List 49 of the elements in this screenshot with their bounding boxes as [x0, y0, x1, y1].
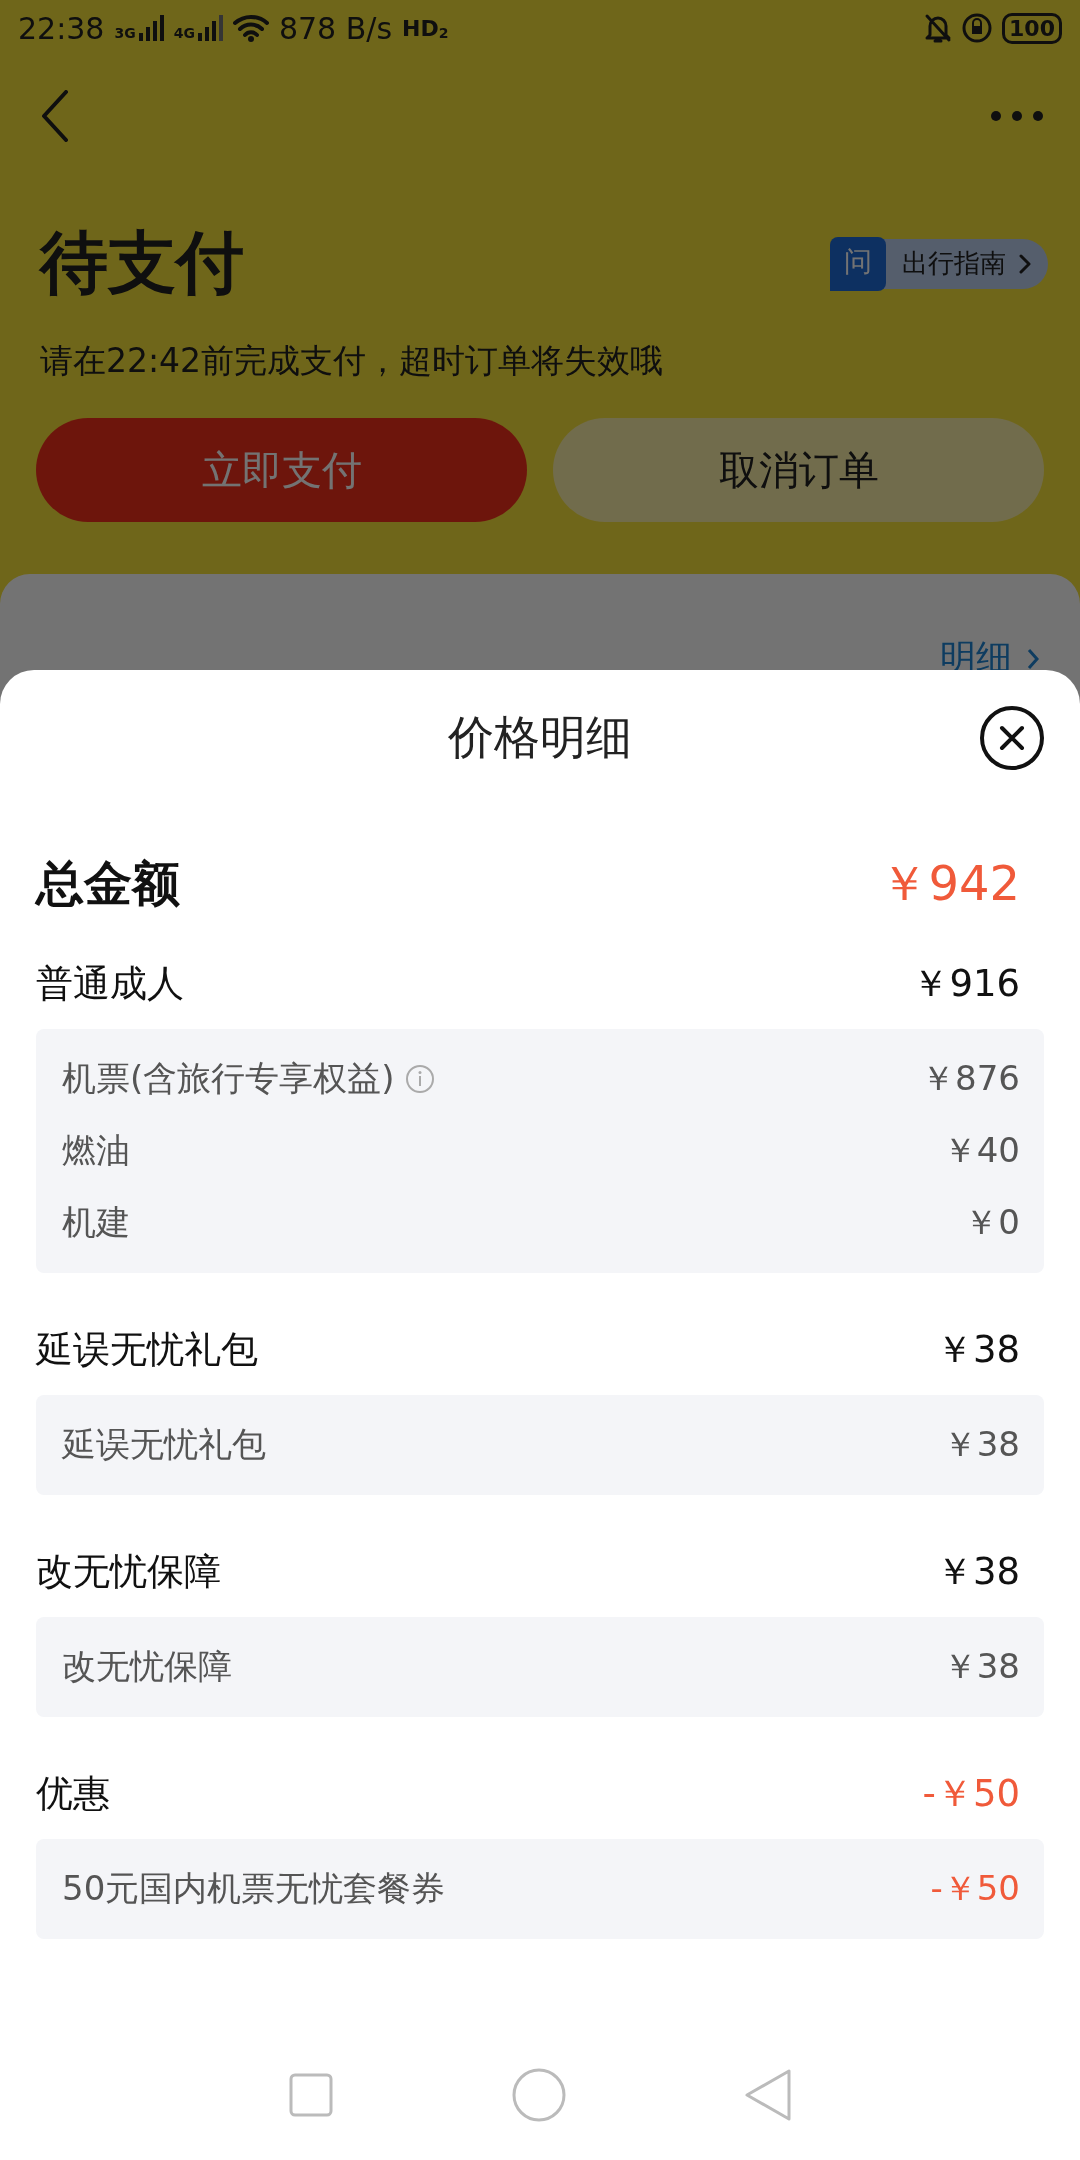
close-icon	[999, 725, 1025, 751]
item-amount: ￥40	[942, 1129, 1020, 1172]
section-title: 延误无忧礼包	[36, 1327, 258, 1373]
more-icon[interactable]	[990, 110, 1044, 122]
network-type: 3G	[114, 25, 136, 41]
hd-index: 2	[438, 24, 449, 41]
total-label: 总金额	[36, 854, 180, 913]
section-title: 改无忧保障	[36, 1549, 221, 1595]
rotation-lock-icon	[962, 13, 993, 43]
item-label: 燃油	[62, 1129, 130, 1172]
item-amount: ￥0	[964, 1201, 1020, 1244]
chevron-right-icon	[1026, 646, 1040, 671]
section-amount: ￥38	[935, 1549, 1020, 1595]
recents-icon[interactable]	[289, 2073, 334, 2117]
travel-guide-button[interactable]: 问 出行指南	[830, 238, 1048, 289]
signal-icon	[137, 15, 164, 41]
item-amount: ￥876	[921, 1057, 1020, 1100]
total-amount: ￥942	[880, 854, 1020, 913]
back-icon[interactable]	[40, 90, 70, 142]
home-icon[interactable]	[512, 2068, 566, 2122]
back-nav-icon[interactable]	[744, 2069, 791, 2121]
sheet-title: 价格明细	[448, 708, 632, 766]
section-amount: ￥38	[935, 1327, 1020, 1373]
section-title: 优惠	[36, 1771, 110, 1817]
cancel-button[interactable]: 取消订单	[553, 418, 1044, 522]
signal-icon	[196, 15, 223, 41]
battery-level: 100	[1002, 12, 1062, 44]
item-amount: ￥38	[942, 1423, 1020, 1466]
item-amount: -￥50	[930, 1867, 1020, 1910]
section-title: 普通成人	[36, 961, 184, 1007]
item-label: 50元国内机票无忧套餐券	[62, 1867, 446, 1910]
payment-deadline-notice: 请在22:42前完成支付，超时订单将失效哦	[40, 340, 665, 382]
item-label: 机建	[62, 1201, 130, 1244]
pay-button[interactable]: 立即支付	[36, 418, 527, 522]
item-label: 机票(含旅行专享权益)	[62, 1057, 395, 1100]
bell-off-icon	[924, 13, 953, 43]
network-type: 4G	[173, 25, 195, 41]
item-amount: ￥38	[942, 1645, 1020, 1688]
section-amount: ￥916	[912, 961, 1020, 1007]
chevron-right-icon	[1018, 252, 1032, 275]
info-icon[interactable]	[404, 1064, 435, 1094]
item-label: 延误无忧礼包	[62, 1423, 266, 1466]
wifi-icon	[232, 14, 269, 42]
page-title: 待支付	[40, 222, 244, 304]
item-label: 改无忧保障	[62, 1645, 232, 1688]
clock-time: 22:38	[18, 10, 105, 46]
section-amount: -￥50	[922, 1771, 1020, 1817]
hd-label: HD	[402, 15, 439, 41]
network-speed: 878 B/s	[278, 10, 393, 46]
